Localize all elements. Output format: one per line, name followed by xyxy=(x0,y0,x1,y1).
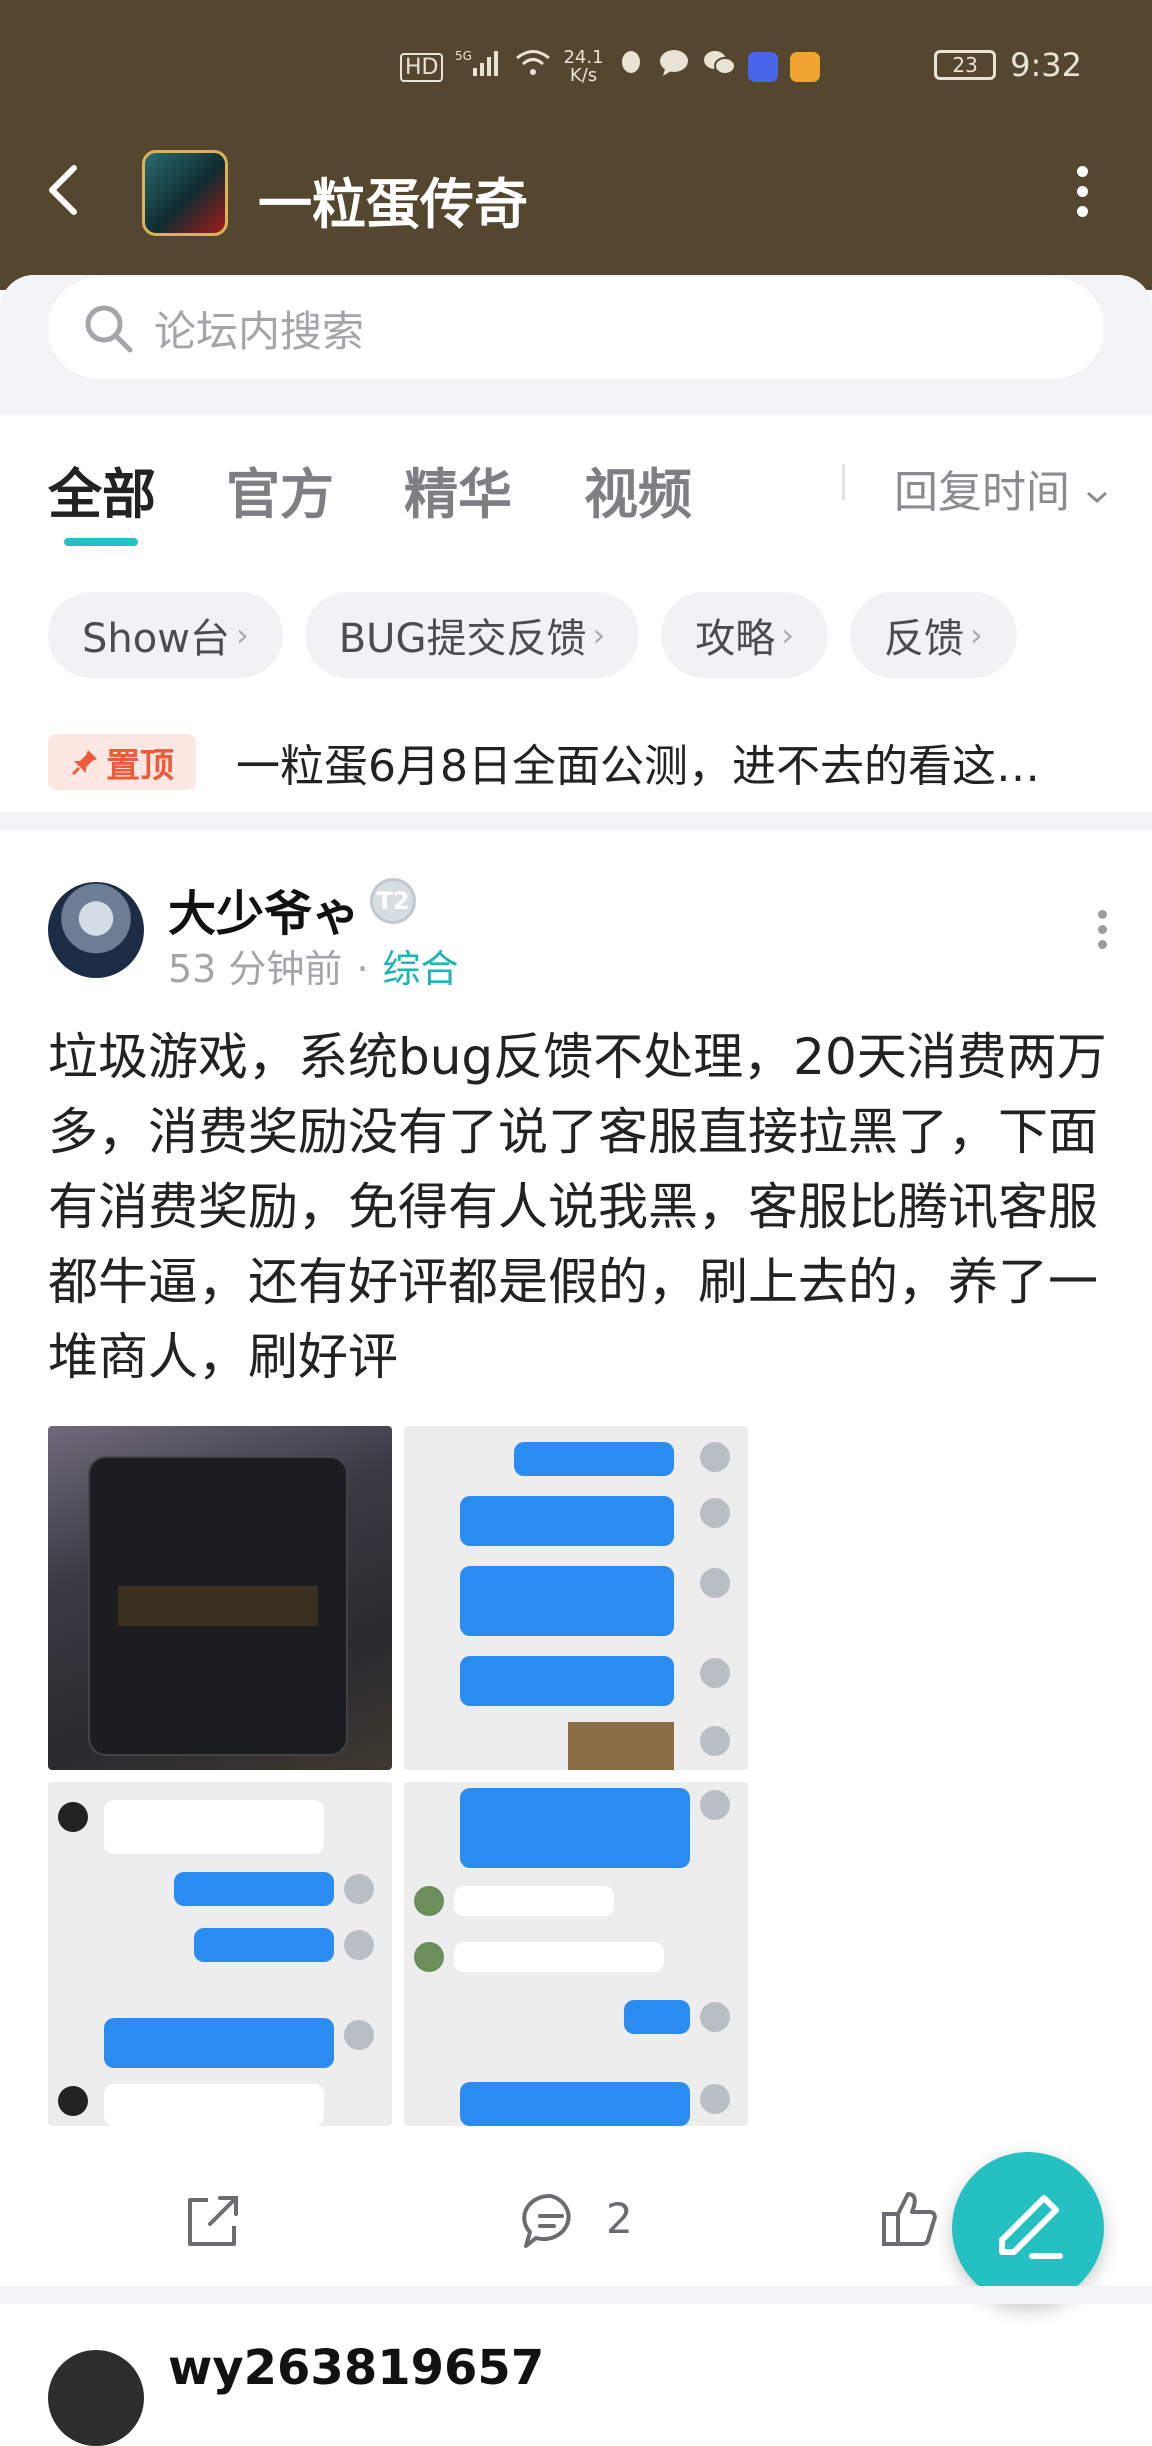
section-separator xyxy=(0,812,1152,830)
fox-app-icon xyxy=(789,52,820,82)
search-placeholder: 论坛内搜索 xyxy=(154,306,365,356)
tab-video[interactable]: 视频 xyxy=(584,450,692,529)
battery-icon: 23 xyxy=(934,50,997,80)
chip-label: Show台 xyxy=(82,616,230,662)
user-level-badge: T2 xyxy=(370,878,416,924)
comment-button[interactable] xyxy=(518,2188,584,2254)
net-speed-unit: K/s xyxy=(569,65,598,86)
signal-icon: 5G xyxy=(455,48,503,86)
post-card[interactable]: 大少爷ゃ T2 53 分钟前 · 综合 垃圾游戏，系统bug反馈不处理，20天消费两… xyxy=(0,830,1152,2280)
post-image[interactable] xyxy=(404,1782,748,2126)
avatar[interactable] xyxy=(48,2350,144,2446)
more-dot-icon xyxy=(1097,910,1107,919)
tab-divider xyxy=(842,464,845,500)
share-icon xyxy=(188,2196,238,2246)
chip-show[interactable]: Show台 › xyxy=(48,592,283,678)
pinned-badge-label: 置顶 xyxy=(106,745,174,786)
chevron-right-icon: › xyxy=(235,616,249,654)
back-button[interactable] xyxy=(44,160,84,220)
qq-icon xyxy=(616,48,646,86)
tab-official[interactable]: 官方 xyxy=(226,450,334,529)
pin-icon xyxy=(71,750,97,776)
comment-count: 2 xyxy=(606,2194,633,2243)
like-button[interactable] xyxy=(878,2186,942,2250)
more-dot-icon xyxy=(1076,166,1088,177)
avatar[interactable] xyxy=(48,882,144,978)
signal-label-text: 5G xyxy=(455,49,472,63)
search-input[interactable]: 论坛内搜索 xyxy=(48,277,1104,379)
net-speed: 24.1 K/s xyxy=(563,49,603,85)
pinned-badge: 置顶 xyxy=(48,734,196,790)
music-app-icon xyxy=(747,52,778,82)
chip-feedback[interactable]: 反馈 › xyxy=(850,592,1017,678)
tab-all[interactable]: 全部 xyxy=(48,450,156,529)
post-meta: 53 分钟前 · 综合 xyxy=(168,938,459,993)
page-title: 一粒蛋传奇 xyxy=(258,173,528,236)
clock: 9:32 xyxy=(1010,46,1082,84)
app-header: 一粒蛋传奇 xyxy=(0,140,1152,240)
tab-featured[interactable]: 精华 xyxy=(404,450,512,529)
status-bar: HD 5G 24.1 K/s 23 9:32 xyxy=(0,42,1152,92)
back-arrow-icon xyxy=(49,165,77,215)
next-post-author[interactable]: wy263819657 xyxy=(168,2340,544,2396)
message-icon xyxy=(658,48,690,86)
post-image-grid xyxy=(48,1426,748,2126)
more-options-button[interactable] xyxy=(1072,166,1092,217)
active-tab-indicator xyxy=(64,538,138,546)
chip-guide[interactable]: 攻略 › xyxy=(661,592,829,678)
post-author[interactable]: 大少爷ゃ xyxy=(168,874,360,944)
share-button[interactable] xyxy=(180,2188,246,2254)
chevron-right-icon: › xyxy=(970,616,983,654)
post-image[interactable] xyxy=(48,1782,392,2126)
sort-label: 回复时间 xyxy=(894,467,1070,518)
meta-separator: · xyxy=(356,947,369,991)
more-dot-icon xyxy=(1076,206,1088,217)
wechat-icon xyxy=(702,48,736,86)
chip-label: BUG提交反馈 xyxy=(338,616,587,662)
chip-label: 反馈 xyxy=(884,616,965,662)
pen-icon xyxy=(999,2195,1063,2259)
post-category[interactable]: 综合 xyxy=(383,947,459,991)
network-label: HD xyxy=(400,52,444,82)
compose-post-button[interactable] xyxy=(952,2152,1104,2304)
more-dot-icon xyxy=(1097,940,1107,949)
chevron-down-icon xyxy=(1087,491,1107,504)
chip-label: 攻略 xyxy=(695,616,776,662)
tab-bar: 全部 官方 精华 视频 回复时间 xyxy=(0,440,1152,560)
pinned-title: 一粒蛋6月8日全面公测，进不去的看这… xyxy=(236,741,1040,792)
top-bar: HD 5G 24.1 K/s 23 9:32 一粒蛋传奇 xyxy=(0,0,1152,290)
section-separator xyxy=(0,2286,1152,2304)
post-time: 53 分钟前 xyxy=(168,947,343,991)
more-dot-icon xyxy=(1097,925,1107,934)
thumbs-up-icon xyxy=(882,2192,937,2246)
chevron-right-icon: › xyxy=(781,616,795,654)
post-image[interactable] xyxy=(404,1426,748,1770)
more-dot-icon xyxy=(1076,186,1088,197)
post-more-button[interactable] xyxy=(1092,910,1112,950)
search-area: 论坛内搜索 xyxy=(0,275,1152,415)
pinned-post[interactable]: 置顶 一粒蛋6月8日全面公测，进不去的看这… xyxy=(48,732,1108,792)
comment-icon xyxy=(522,2193,571,2248)
wifi-icon xyxy=(515,48,551,86)
search-icon xyxy=(85,305,133,353)
post-body: 垃圾游戏，系统bug反馈不处理，20天消费两万多，消费奖励没有了说了客服直接拉黑… xyxy=(48,1028,1107,1386)
post-image[interactable] xyxy=(48,1426,392,1770)
topic-chips: Show台 › BUG提交反馈 › 攻略 › 反馈 › xyxy=(48,592,1017,680)
chip-bug-report[interactable]: BUG提交反馈 › xyxy=(304,592,640,678)
sort-dropdown[interactable]: 回复时间 xyxy=(894,456,1110,520)
game-logo xyxy=(142,150,228,236)
chevron-right-icon: › xyxy=(592,616,606,654)
